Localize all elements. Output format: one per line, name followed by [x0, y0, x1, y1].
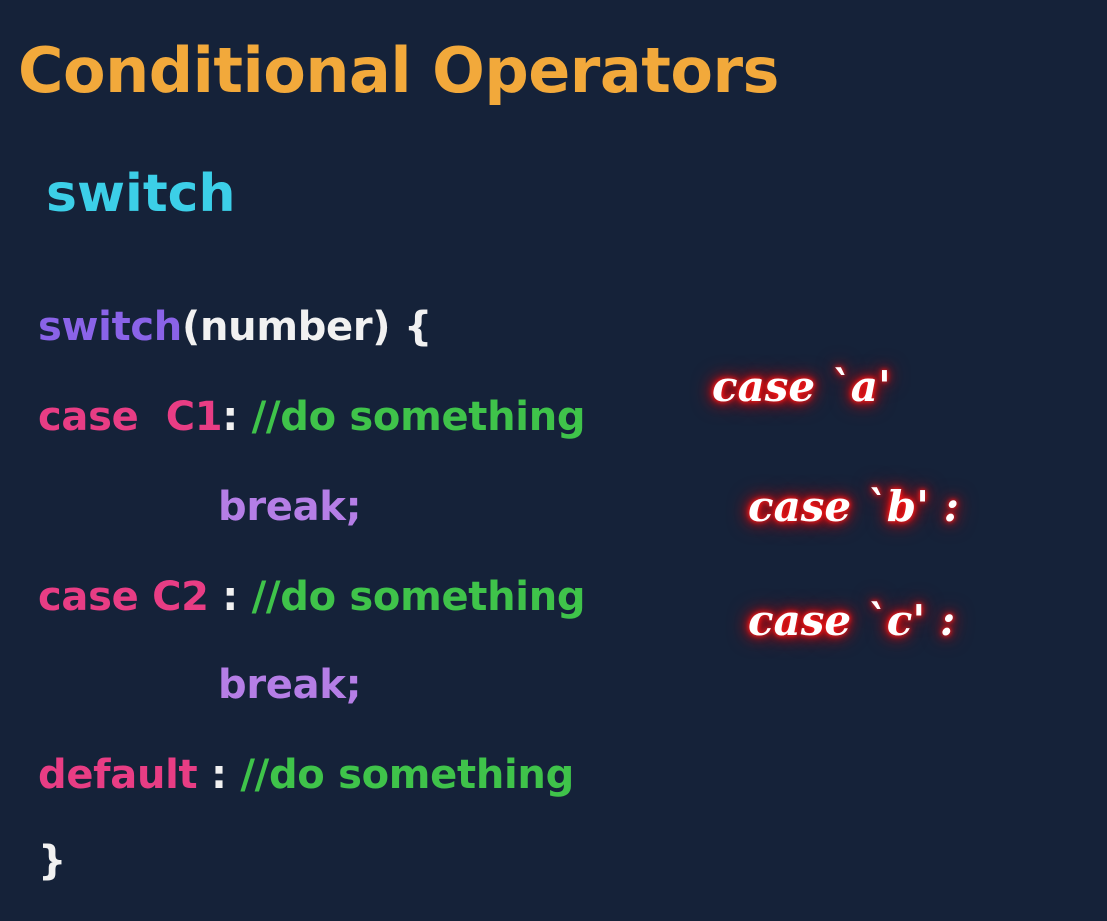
closing-brace: }	[38, 838, 67, 884]
annotation-case-a: case `a'	[712, 362, 891, 411]
case-c1-label: case C1	[38, 394, 223, 440]
break-statement-1: break;	[218, 484, 362, 530]
code-line-break-2: break;	[218, 662, 362, 708]
case-c1-comment: //do something	[251, 394, 586, 440]
default-label: default	[38, 752, 198, 798]
switch-expression: (number) {	[181, 304, 433, 350]
case-c2-colon: :	[208, 574, 238, 620]
slide-title: Conditional Operators	[18, 34, 779, 107]
break-statement-2: break;	[218, 662, 362, 708]
code-line-case-c1: case C1: //do something	[38, 394, 586, 440]
case-c1-colon: :	[222, 394, 238, 440]
annotation-case-b: case `b' :	[748, 482, 960, 531]
switch-keyword: switch	[38, 304, 182, 350]
slide: Conditional Operators switch switch(numb…	[0, 0, 1107, 921]
case-c2-comment: //do something	[251, 574, 586, 620]
default-comment: //do something	[240, 752, 574, 798]
code-line-switch: switch(number) {	[38, 304, 432, 350]
code-line-break-1: break;	[218, 484, 362, 530]
case-c2-label: case C2	[38, 574, 209, 620]
code-line-closing-brace: }	[38, 838, 66, 884]
code-line-default: default : //do something	[38, 752, 574, 798]
annotation-case-c: case `c' :	[748, 596, 956, 645]
default-colon: :	[197, 752, 227, 798]
slide-subtitle: switch	[46, 164, 236, 224]
code-line-case-c2: case C2 : //do something	[38, 574, 586, 620]
